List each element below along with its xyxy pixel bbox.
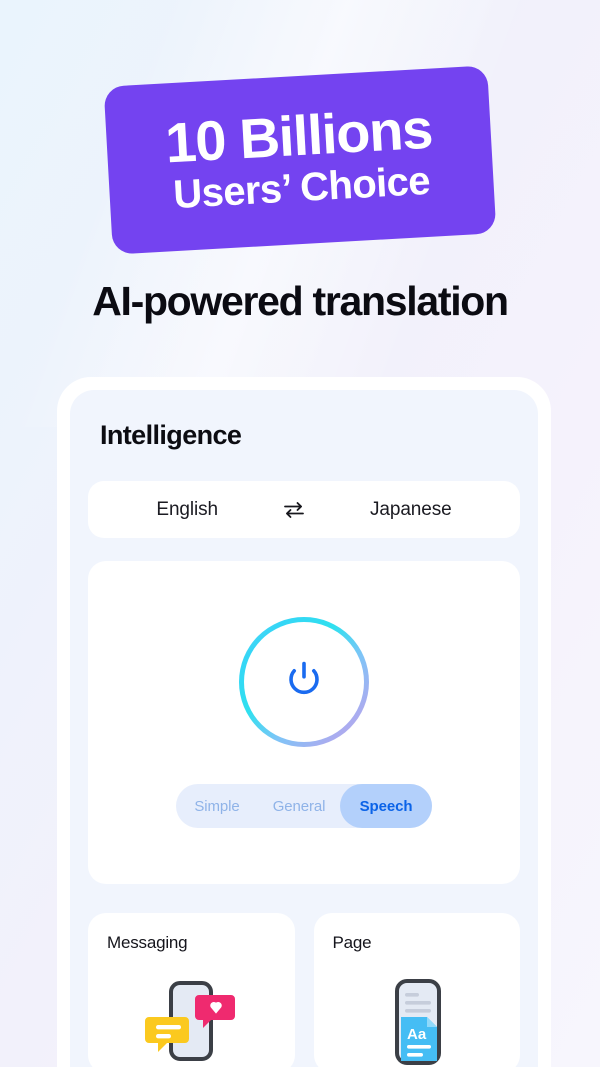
feature-card-messaging[interactable]: Messaging: [88, 913, 295, 1067]
page-title: AI-powered translation: [92, 278, 509, 324]
promo-screen: 10 Billions Users’ Choice AI-powered tra…: [0, 0, 600, 1067]
mode-segmented-control[interactable]: Simple General Speech: [176, 784, 432, 828]
promo-badge: 10 Billions Users’ Choice: [103, 65, 497, 255]
phone-mockup: Intelligence English Japanese Simple Gen…: [57, 377, 551, 1067]
mode-option-simple[interactable]: Simple: [176, 784, 258, 828]
mode-option-general[interactable]: General: [258, 784, 340, 828]
messaging-phone-icon: [88, 975, 295, 1067]
translation-panel: Simple General Speech: [88, 561, 520, 884]
feature-card-page[interactable]: Page Aa: [313, 913, 521, 1067]
phone-screen: Intelligence English Japanese Simple Gen…: [70, 390, 538, 1067]
target-language[interactable]: Japanese: [370, 499, 452, 521]
page-document-icon: Aa: [314, 975, 521, 1067]
app-title: Intelligence: [100, 420, 242, 450]
power-button[interactable]: [239, 617, 369, 747]
swap-horizontal-icon[interactable]: [280, 496, 308, 524]
promo-badge-body: 10 Billions Users’ Choice: [103, 65, 497, 255]
feature-card-row: Messaging Page Aa: [88, 913, 520, 1067]
source-language[interactable]: English: [156, 499, 218, 521]
power-icon: [281, 657, 327, 708]
language-selector[interactable]: English Japanese: [88, 481, 520, 538]
feature-card-title: Page: [332, 933, 372, 952]
mode-option-speech[interactable]: Speech: [340, 784, 432, 828]
svg-text:Aa: Aa: [407, 1026, 427, 1043]
feature-card-title: Messaging: [107, 933, 188, 952]
